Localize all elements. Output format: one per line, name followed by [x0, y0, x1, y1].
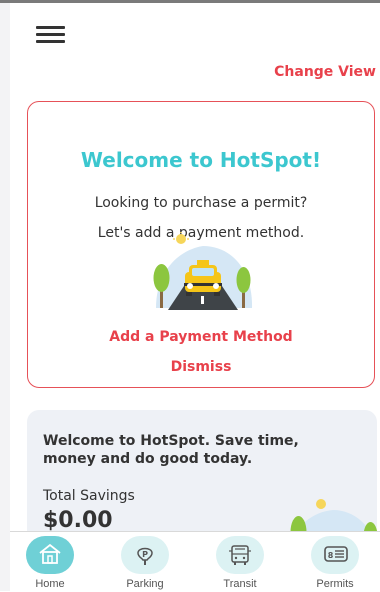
savings-card: Welcome to HotSpot. Save time, money and…	[27, 410, 377, 550]
tab-permits-label: Permits	[316, 578, 354, 590]
permit-question-text: Looking to purchase a permit?	[94, 195, 308, 211]
home-icon	[39, 543, 61, 564]
total-savings-label: Total Savings	[43, 488, 135, 504]
bus-icon	[229, 545, 251, 565]
welcome-card: Welcome to HotSpot! Looking to purchase …	[27, 101, 375, 388]
total-savings-value: $0.00	[43, 508, 113, 533]
tab-parking-label: Parking	[126, 578, 164, 590]
add-payment-method-link[interactable]: Add a Payment Method	[28, 329, 374, 345]
tab-transit-label: Transit	[223, 578, 257, 590]
dismiss-link[interactable]: Dismiss	[28, 359, 374, 375]
change-view-link[interactable]: Change View	[274, 64, 376, 80]
hamburger-menu-icon[interactable]	[36, 26, 66, 44]
parking-meter-icon: P	[137, 547, 153, 565]
svg-text:8: 8	[328, 551, 334, 560]
top-divider	[0, 0, 380, 3]
left-edge-rail	[0, 3, 10, 591]
svg-text:P: P	[142, 550, 148, 559]
bottom-tab-bar: Home P Parking Transit 8 Permits	[10, 531, 380, 592]
welcome-title: Welcome to HotSpot!	[80, 148, 322, 172]
savings-welcome-message: Welcome to HotSpot. Save time, money and…	[43, 433, 299, 467]
tab-home-label: Home	[35, 578, 65, 590]
taxi-on-road-illustration	[153, 232, 253, 310]
permit-card-icon: 8	[324, 546, 348, 562]
